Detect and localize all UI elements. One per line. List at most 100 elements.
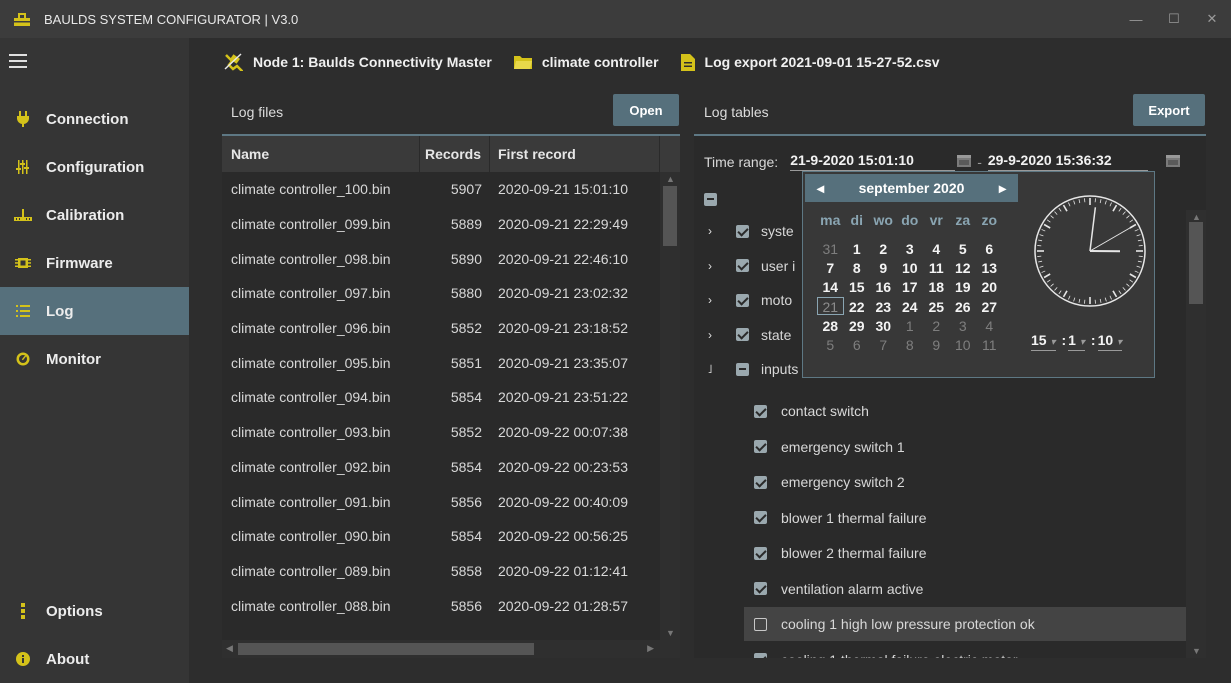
table-row[interactable]: climate controller_094.bin 5854 2020-09-21…: [222, 380, 680, 415]
calendar-day[interactable]: 29: [844, 317, 871, 335]
list-item[interactable]: emergency switch 1: [744, 430, 1186, 464]
calendar-day[interactable]: 7: [870, 336, 897, 354]
calendar-day[interactable]: 27: [976, 298, 1003, 316]
tree-node[interactable]: › user i: [702, 249, 795, 283]
checkbox[interactable]: [736, 362, 749, 376]
table-row[interactable]: climate controller_091.bin 5856 2020-09-22…: [222, 484, 680, 519]
calendar-day[interactable]: 11: [976, 336, 1003, 354]
calendar-day[interactable]: 28: [817, 317, 844, 335]
prev-month-button[interactable]: ◂: [817, 180, 824, 197]
checkbox-indeterminate-icon[interactable]: [704, 192, 717, 206]
calendar-day[interactable]: 3: [950, 317, 977, 335]
sidebar-item-about[interactable]: About: [0, 635, 189, 683]
scroll-down-icon[interactable]: ▼: [1192, 646, 1201, 656]
minimize-button[interactable]: —: [1117, 0, 1155, 38]
tree-node[interactable]: ˩ inputs: [702, 352, 799, 386]
checkbox[interactable]: [754, 546, 767, 560]
calendar-day[interactable]: 11: [923, 259, 950, 277]
calendar-day[interactable]: 9: [870, 259, 897, 277]
clock-face[interactable]: [1031, 192, 1149, 310]
checkbox[interactable]: [736, 328, 749, 341]
calendar-day[interactable]: 8: [897, 336, 924, 354]
next-month-button[interactable]: ▸: [999, 180, 1006, 197]
calendar-day[interactable]: 14: [817, 278, 844, 296]
scroll-right-icon[interactable]: ▶: [647, 643, 654, 654]
calendar-day[interactable]: 22: [844, 298, 871, 316]
calendar-day[interactable]: 16: [870, 278, 897, 296]
checkbox[interactable]: [754, 617, 767, 631]
expand-chevron-icon[interactable]: ›: [702, 293, 718, 307]
calendar-day[interactable]: 15: [844, 278, 871, 296]
calendar-day[interactable]: 31: [817, 240, 844, 258]
calendar-day[interactable]: 2: [923, 317, 950, 335]
calendar-day[interactable]: 3: [897, 240, 924, 258]
calendar-day[interactable]: 5: [817, 336, 844, 354]
time-from-field[interactable]: 21-9-2020 15:01:10: [790, 152, 956, 171]
vertical-scrollbar[interactable]: ▲ ▼: [660, 172, 680, 640]
expand-chevron-icon[interactable]: ›: [702, 224, 718, 238]
checkbox[interactable]: [736, 293, 749, 307]
table-row[interactable]: climate controller_090.bin 5854 2020-09-22…: [222, 519, 680, 554]
calendar-day[interactable]: 26: [950, 298, 977, 316]
breadcrumb-node[interactable]: Node 1: Baulds Connectivity Master: [223, 53, 492, 71]
calendar-day[interactable]: 9: [923, 336, 950, 354]
expand-chevron-icon[interactable]: ˩: [702, 362, 718, 376]
hour-select[interactable]: 15 ▾: [1031, 332, 1056, 351]
tree-node[interactable]: › syste: [702, 214, 794, 248]
calendar-day[interactable]: 20: [976, 278, 1003, 296]
calendar-day[interactable]: 21: [817, 297, 844, 315]
table-row[interactable]: climate controller_092.bin 5854 2020-09-22…: [222, 450, 680, 485]
calendar-day[interactable]: 8: [844, 259, 871, 277]
checkbox[interactable]: [754, 404, 767, 418]
time-to-field[interactable]: 29-9-2020 15:36:32: [987, 152, 1148, 171]
sidebar-item-firmware[interactable]: Firmware: [0, 239, 189, 287]
calendar-day[interactable]: 12: [950, 259, 977, 277]
list-item[interactable]: cooling 1 high low pressure protection o…: [744, 607, 1186, 641]
calendar-day[interactable]: 10: [897, 259, 924, 277]
checkbox[interactable]: [754, 440, 767, 453]
list-item[interactable]: contact switch: [744, 394, 1186, 428]
sidebar-item-monitor[interactable]: Monitor: [0, 335, 189, 383]
calendar-day[interactable]: 19: [950, 278, 977, 296]
expand-chevron-icon[interactable]: ›: [702, 259, 718, 273]
sidebar-item-log[interactable]: Log: [0, 287, 189, 335]
scroll-up-icon[interactable]: ▲: [666, 174, 675, 184]
checkbox[interactable]: [754, 475, 767, 489]
calendar-day[interactable]: 23: [870, 298, 897, 316]
calendar-day[interactable]: 30: [870, 317, 897, 335]
close-button[interactable]: ✕: [1193, 0, 1231, 38]
sidebar-item-options[interactable]: Options: [0, 587, 189, 635]
calendar-day[interactable]: 1: [897, 317, 924, 335]
table-row[interactable]: climate controller_098.bin 5890 2020-09-21…: [222, 241, 680, 276]
maximize-button[interactable]: ☐: [1155, 0, 1193, 38]
calendar-day[interactable]: 10: [950, 336, 977, 354]
scroll-left-icon[interactable]: ◀: [226, 643, 233, 654]
sidebar-item-calibration[interactable]: Calibration: [0, 191, 189, 239]
calendar-day[interactable]: 25: [923, 298, 950, 316]
column-header-name[interactable]: Name: [222, 136, 420, 172]
calendar-day[interactable]: 13: [976, 259, 1003, 277]
list-item[interactable]: cooling 1 thermal failure electric motor: [744, 643, 1186, 658]
table-row[interactable]: climate controller_097.bin 5880 2020-09-21…: [222, 276, 680, 311]
table-row[interactable]: climate controller_093.bin 5852 2020-09-22…: [222, 415, 680, 450]
table-row[interactable]: climate controller_088.bin 5856 2020-09-22…: [222, 588, 680, 623]
minute-select[interactable]: 1 ▾: [1068, 332, 1085, 351]
list-item[interactable]: emergency switch 2: [744, 465, 1186, 499]
table-row[interactable]: climate controller_099.bin 5889 2020-09-21…: [222, 207, 680, 242]
tree-node[interactable]: › state: [702, 318, 791, 352]
checkbox[interactable]: [736, 224, 749, 238]
table-row[interactable]: climate controller_095.bin 5851 2020-09-21…: [222, 345, 680, 380]
hamburger-menu-icon[interactable]: [9, 54, 27, 72]
scroll-down-icon[interactable]: ▼: [666, 628, 675, 638]
column-header-first-record[interactable]: First record: [490, 136, 660, 172]
calendar-day[interactable]: 4: [923, 240, 950, 258]
tree-node[interactable]: › moto: [702, 283, 792, 317]
table-row[interactable]: climate controller_096.bin 5852 2020-09-21…: [222, 311, 680, 346]
list-item[interactable]: blower 2 thermal failure: [744, 536, 1186, 570]
select-all-checkbox[interactable]: [704, 182, 717, 216]
table-row[interactable]: climate controller_089.bin 5858 2020-09-22…: [222, 554, 680, 589]
expand-chevron-icon[interactable]: ›: [702, 328, 718, 342]
list-item[interactable]: ventilation alarm active: [744, 572, 1186, 606]
checkbox[interactable]: [736, 259, 749, 272]
breadcrumb-file[interactable]: Log export 2021-09-01 15-27-52.csv: [680, 53, 940, 71]
